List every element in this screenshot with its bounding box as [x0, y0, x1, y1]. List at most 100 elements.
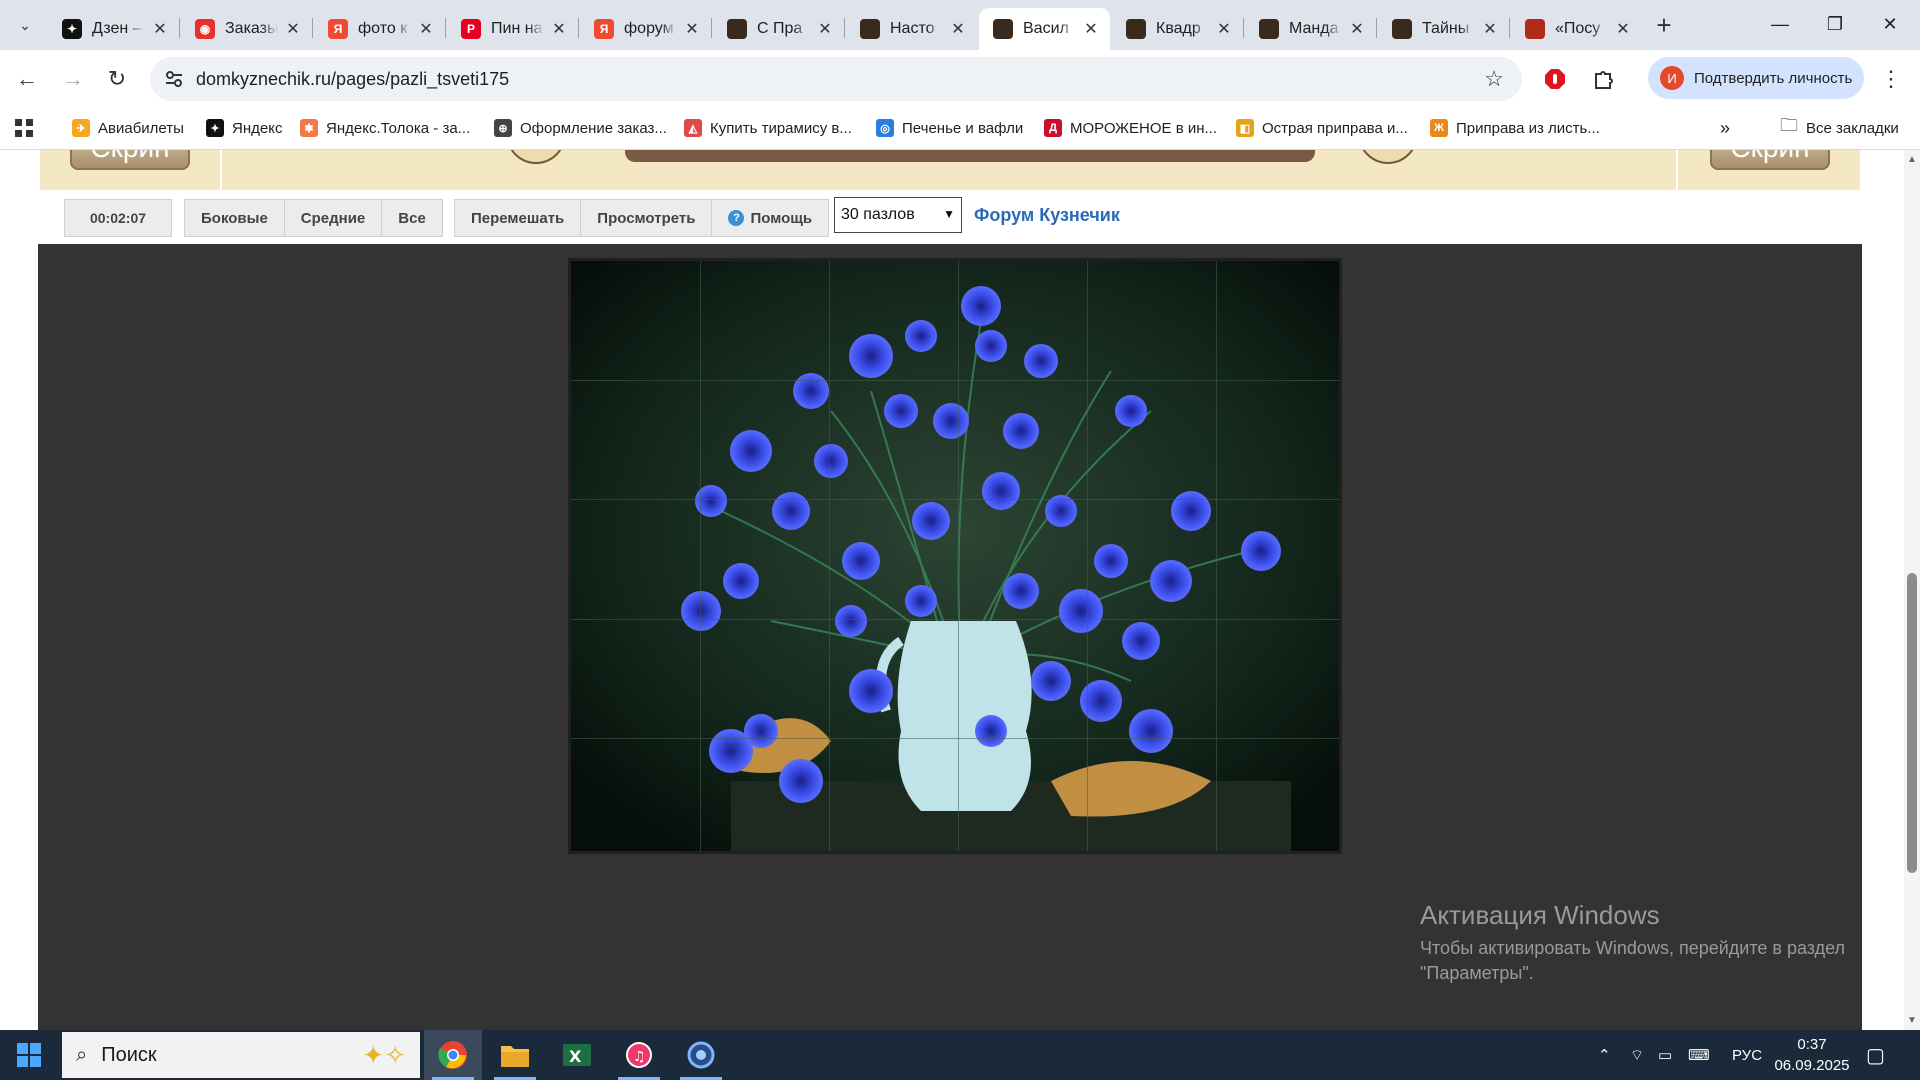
tab-close-icon[interactable]: ✕ — [1614, 19, 1632, 39]
start-button[interactable] — [0, 1030, 58, 1080]
help-icon: ? — [728, 210, 745, 226]
apps-grid-icon[interactable] — [14, 116, 34, 140]
browser-menu-icon[interactable]: ⋮ — [1880, 66, 1902, 92]
tab-close-icon[interactable]: ✕ — [417, 19, 435, 39]
all-pieces-button[interactable]: Все — [382, 200, 442, 236]
notifications-icon[interactable]: ▢ — [1866, 1030, 1885, 1080]
bookmark-star-icon[interactable]: ☆ — [1484, 66, 1504, 92]
browser-tab[interactable]: ✦ Дзен – ✕ — [48, 8, 179, 50]
screen-button-right[interactable]: Скрин — [1710, 150, 1830, 170]
bookmark-item[interactable]: ✈ Авиабилеты — [72, 116, 184, 140]
battery-icon[interactable]: ▭ — [1658, 1030, 1672, 1080]
minimize-button[interactable]: — — [1750, 0, 1810, 48]
network-icon[interactable]: ⌔ — [1630, 1030, 1644, 1080]
excel-icon: X — [563, 1044, 591, 1066]
browser-tab[interactable]: С Пра ✕ — [713, 8, 844, 50]
browser-tab[interactable]: Насто ✕ — [846, 8, 977, 50]
tab-close-icon[interactable]: ✕ — [1481, 19, 1499, 39]
profile-button[interactable]: И Подтвердить личность — [1648, 57, 1864, 99]
cornflower-blossom — [1003, 413, 1039, 449]
puzzle-board[interactable] — [568, 258, 1342, 854]
all-bookmarks-button[interactable]: 🗀 Все закладки — [1780, 115, 1899, 140]
bookmark-item[interactable]: ◎ Печенье и вафли — [876, 116, 1023, 140]
bookmark-item[interactable]: ✦ Яндекс — [206, 116, 282, 140]
app-orb-icon — [687, 1041, 715, 1069]
scrollbar-thumb[interactable] — [1907, 573, 1917, 873]
tab-close-icon[interactable]: ✕ — [949, 19, 967, 39]
bookmark-favicon-icon: Ж — [1430, 119, 1448, 137]
close-window-button[interactable]: ✕ — [1860, 0, 1920, 48]
bookmark-item[interactable]: Д МОРОЖЕНОЕ в ин... — [1044, 116, 1217, 140]
tab-close-icon[interactable]: ✕ — [1082, 19, 1100, 39]
bookmark-label: Острая приправа и... — [1262, 119, 1408, 137]
tab-close-icon[interactable]: ✕ — [284, 19, 302, 39]
cornflower-blossom — [842, 542, 880, 580]
tab-title: Тайны — [1422, 20, 1470, 37]
new-tab-button[interactable]: + — [1650, 12, 1678, 40]
bookmark-item[interactable]: ⊕ Оформление заказ... — [494, 116, 667, 140]
bookmark-item[interactable]: ◧ Острая приправа и... — [1236, 116, 1408, 140]
tab-close-icon[interactable]: ✕ — [1215, 19, 1233, 39]
forum-link[interactable]: Форум Кузнечик — [974, 205, 1120, 226]
browser-tab[interactable]: P Пин на ✕ — [447, 8, 578, 50]
site-settings-icon[interactable] — [164, 69, 184, 89]
bookmark-item[interactable]: Ж Приправа из листь... — [1430, 116, 1600, 140]
taskbar-itunes[interactable]: ♫ — [610, 1030, 668, 1080]
tab-close-icon[interactable]: ✕ — [1348, 19, 1366, 39]
puzzle-controls: 00:02:07 Боковые Средние Все Перемешать … — [40, 190, 1860, 243]
reload-button[interactable]: ↻ — [100, 62, 134, 96]
bookmarks-overflow-icon[interactable]: » — [1720, 116, 1730, 140]
cornflower-blossom — [912, 502, 950, 540]
tab-favicon-icon: Я — [594, 19, 614, 39]
browser-tab[interactable]: Манда ✕ — [1245, 8, 1376, 50]
keyboard-icon[interactable]: ⌨ — [1688, 1030, 1710, 1080]
tab-separator — [445, 18, 446, 38]
page-scrollbar[interactable]: ▲ ▼ — [1904, 150, 1920, 1030]
scroll-down-icon[interactable]: ▼ — [1907, 1015, 1917, 1026]
clock[interactable]: 0:37 06.09.2025 — [1772, 1034, 1852, 1076]
browser-tab[interactable]: Васил ✕ — [979, 8, 1110, 50]
tab-close-icon[interactable]: ✕ — [816, 19, 834, 39]
action-group: Перемешать Просмотреть ? Помощь — [454, 199, 830, 237]
tab-title: «Посу — [1555, 20, 1601, 37]
tab-close-icon[interactable]: ✕ — [550, 19, 568, 39]
tray-overflow-icon[interactable]: ⌃ — [1598, 1030, 1611, 1080]
taskbar-explorer[interactable] — [486, 1030, 544, 1080]
browser-tab[interactable]: Яфорум ✕ — [580, 8, 711, 50]
windows-activation-text: Чтобы активировать Windows, перейдите в … — [1420, 938, 1846, 983]
preview-button[interactable]: Просмотреть — [581, 200, 713, 236]
browser-tab[interactable]: ◉ Заказы ✕ — [181, 8, 312, 50]
adblock-extension-icon[interactable] — [1540, 64, 1570, 94]
forward-button[interactable]: → — [56, 62, 90, 96]
taskbar-search[interactable]: ⌕ Поиск ✦✧ — [62, 1032, 420, 1078]
taskbar-excel[interactable]: X — [548, 1030, 606, 1080]
tab-close-icon[interactable]: ✕ — [151, 19, 169, 39]
browser-tab[interactable]: Квадр ✕ — [1112, 8, 1243, 50]
extensions-puzzle-icon[interactable] — [1588, 64, 1618, 94]
bookmark-item[interactable]: ◭ Купить тирамису в... — [684, 116, 852, 140]
browser-tab[interactable]: Яфото к ✕ — [314, 8, 445, 50]
tab-close-icon[interactable]: ✕ — [683, 19, 701, 39]
back-button[interactable]: ← — [10, 62, 44, 96]
url-text[interactable]: domkyznechik.ru/pages/pazli_tsveti175 — [196, 69, 509, 90]
browser-tab[interactable]: Тайны ✕ — [1378, 8, 1509, 50]
bookmark-item[interactable]: ✱ Яндекс.Толока - за... — [300, 116, 470, 140]
chevron-down-icon: ⌄ — [19, 16, 31, 33]
browser-tab[interactable]: «Посу ✕ — [1511, 8, 1642, 50]
address-bar[interactable]: domkyznechik.ru/pages/pazli_tsveti175 ☆ — [150, 57, 1522, 101]
help-button[interactable]: ? Помощь — [712, 200, 828, 236]
side-pieces-button[interactable]: Боковые — [185, 200, 285, 236]
restore-button[interactable]: ❐ — [1805, 0, 1865, 48]
shuffle-button[interactable]: Перемешать — [455, 200, 582, 236]
taskbar-chrome[interactable] — [424, 1030, 482, 1080]
bookmark-favicon-icon: ◧ — [1236, 119, 1254, 137]
language-indicator[interactable]: РУС — [1732, 1030, 1762, 1080]
tab-strip: ⌄ ✦ Дзен – ✕ ◉ Заказы ✕ Яфото к ✕ P Пин на ✕ Яфору… — [0, 0, 1920, 50]
scroll-up-icon[interactable]: ▲ — [1907, 154, 1917, 165]
pieces-count-select[interactable]: 30 пазлов ▼ — [834, 197, 962, 233]
tab-search-button[interactable]: ⌄ — [10, 10, 40, 40]
middle-pieces-button[interactable]: Средние — [285, 200, 383, 236]
taskbar-app-circle[interactable] — [672, 1030, 730, 1080]
reload-icon: ↻ — [107, 66, 127, 91]
screen-button-left[interactable]: Скрин — [70, 150, 190, 170]
